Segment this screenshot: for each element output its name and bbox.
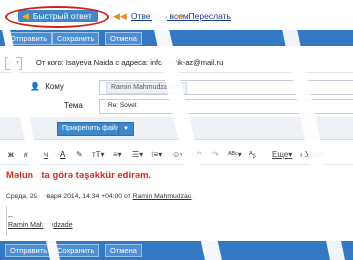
diagonal-band-right: [276, 0, 345, 260]
diagonal-overlay: [0, 0, 345, 260]
diagonal-band-left: [0, 20, 60, 260]
diagonal-band-center: [150, 12, 222, 260]
